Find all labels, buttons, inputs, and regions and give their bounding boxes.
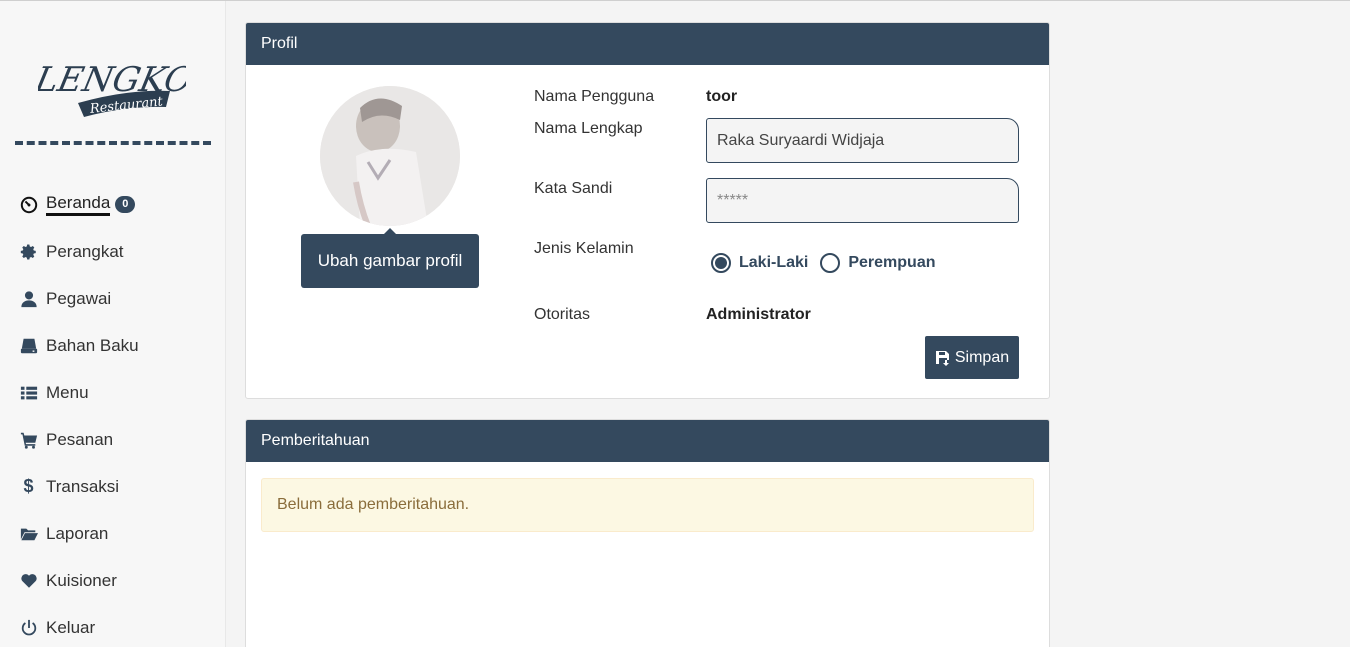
save-button[interactable]: Simpan bbox=[925, 336, 1019, 379]
notification-panel: Pemberitahuan Belum ada pemberitahuan. bbox=[245, 419, 1050, 647]
gender-option-label: Laki-Laki bbox=[739, 254, 809, 271]
list-icon bbox=[19, 383, 38, 402]
radio-selected-dot bbox=[715, 257, 727, 269]
empty-notification-alert: Belum ada pemberitahuan. bbox=[261, 478, 1034, 532]
heart-icon bbox=[19, 571, 38, 590]
sidebar-item-pegawai[interactable]: Pegawai bbox=[0, 275, 226, 322]
password-input[interactable] bbox=[706, 178, 1019, 223]
dollar-icon: $ bbox=[23, 476, 34, 496]
sidebar-item-label: Perangkat bbox=[46, 241, 124, 261]
sidebar-item-label: Transaksi bbox=[46, 476, 120, 496]
gender-label: Jenis Kelamin bbox=[534, 240, 634, 257]
sidebar-item-label: Menu bbox=[46, 382, 89, 402]
dashboard-icon bbox=[19, 195, 38, 214]
sidebar-item-perangkat[interactable]: Perangkat bbox=[0, 228, 226, 275]
sidebar-item-bahan-baku[interactable]: Bahan Baku bbox=[0, 322, 226, 369]
username-value: toor bbox=[706, 88, 738, 105]
panel-title: Profil bbox=[246, 23, 1049, 65]
cart-icon bbox=[19, 430, 38, 449]
gender-radio-group: Laki-Laki Perempuan bbox=[711, 253, 948, 273]
username-label: Nama Pengguna bbox=[534, 88, 655, 105]
sidebar-item-keluar[interactable]: Keluar bbox=[0, 604, 226, 647]
sidebar-item-transaksi[interactable]: $ Transaksi bbox=[0, 463, 226, 510]
drive-icon bbox=[19, 336, 38, 355]
sidebar-item-label: Kuisioner bbox=[46, 570, 117, 590]
sidebar-item-label: Keluar bbox=[46, 617, 96, 637]
profile-avatar[interactable] bbox=[320, 86, 460, 226]
role-value: Administrator bbox=[706, 306, 811, 323]
sidebar-item-kuisioner[interactable]: Kuisioner bbox=[0, 557, 226, 604]
panel-title: Pemberitahuan bbox=[246, 420, 1049, 462]
sidebar-item-label: Beranda bbox=[46, 193, 111, 216]
password-label: Kata Sandi bbox=[534, 180, 613, 197]
role-label: Otoritas bbox=[534, 306, 591, 323]
folder-open-icon bbox=[19, 524, 38, 543]
sidebar-item-label: Pegawai bbox=[46, 288, 112, 308]
sidebar-item-beranda[interactable]: Beranda 0 bbox=[0, 181, 226, 228]
sidebar-item-label: Bahan Baku bbox=[46, 335, 139, 355]
change-profile-photo-button[interactable]: Ubah gambar profil bbox=[301, 234, 479, 288]
gender-option-label: Perempuan bbox=[848, 254, 936, 271]
save-button-label: Simpan bbox=[954, 348, 1010, 366]
sidebar-item-menu[interactable]: Menu bbox=[0, 369, 226, 416]
logo-divider bbox=[15, 141, 211, 145]
gear-icon bbox=[19, 242, 38, 261]
sidebar: LENGKO Restaurant Beranda 0 Perangkat Pe… bbox=[0, 1, 226, 647]
sidebar-item-pesanan[interactable]: Pesanan bbox=[0, 416, 226, 463]
restaurant-logo[interactable]: LENGKO Restaurant bbox=[31, 51, 197, 125]
profile-panel: Profil Ubah gambar profil Nama Pengguna … bbox=[245, 22, 1050, 399]
notification-badge: 0 bbox=[115, 196, 136, 213]
gender-radio-female[interactable] bbox=[820, 253, 841, 273]
save-icon bbox=[935, 350, 949, 366]
sidebar-nav: Beranda 0 Perangkat Pegawai Bahan Baku M… bbox=[0, 181, 226, 647]
sidebar-item-laporan[interactable]: Laporan bbox=[0, 510, 226, 557]
power-icon bbox=[19, 618, 38, 637]
fullname-label: Nama Lengkap bbox=[534, 120, 643, 137]
fullname-input[interactable] bbox=[706, 118, 1019, 163]
sidebar-item-label: Laporan bbox=[46, 523, 109, 543]
sidebar-item-label: Pesanan bbox=[46, 429, 114, 449]
user-icon bbox=[19, 289, 38, 308]
gender-radio-male[interactable] bbox=[711, 253, 731, 273]
